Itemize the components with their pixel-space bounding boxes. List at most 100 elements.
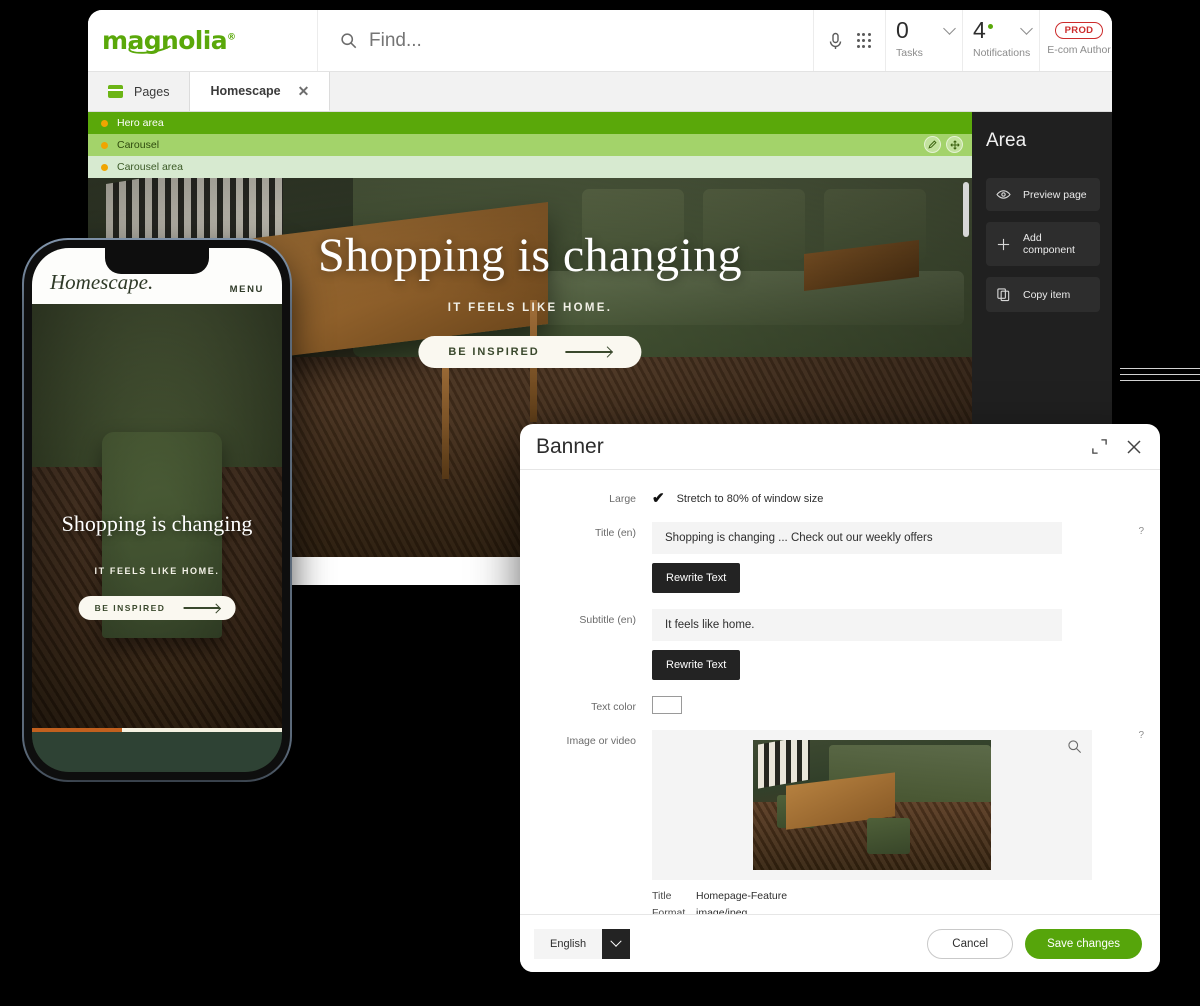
hero-cta-button[interactable]: BE INSPIRED [418,336,641,368]
topbar-icon-group [814,10,886,71]
field-label-image-or-video: Image or video [520,730,652,747]
notifications-counter[interactable]: 4 Notifications [963,10,1040,71]
tasks-label: Tasks [896,47,962,59]
banner-dialog: Banner Large ✔ [520,424,1160,972]
plus-icon [996,237,1011,252]
arrow-right-icon [183,607,219,608]
tab-pages-label: Pages [134,85,169,99]
mobile-preview-mockup: Homescape. MENU Shopping is changing IT … [24,240,290,780]
rewrite-title-button[interactable]: Rewrite Text [652,563,740,593]
magnifier-icon[interactable] [1067,739,1082,759]
status-bullet-icon [101,120,108,127]
field-row-large: Large ✔ Stretch to 80% of window size [520,488,1160,506]
area-bar-carousel-area[interactable]: Carousel area [88,156,972,178]
sidebar-action-copy-item-label: Copy item [1023,289,1070,301]
area-bar-carousel-area-label: Carousel area [117,161,183,173]
global-search[interactable] [318,10,814,71]
mobile-cta-button[interactable]: BE INSPIRED [79,596,236,620]
mobile-screen: Homescape. MENU Shopping is changing IT … [32,248,282,772]
field-row-subtitle: Subtitle (en) It feels like home. Rewrit… [520,609,1160,680]
area-bar-actions [924,136,963,153]
area-bar-hero-label: Hero area [117,117,164,129]
app-topbar: magnolia® 0 [88,10,1112,72]
status-bullet-icon [101,164,108,171]
logo-trademark: ® [227,33,235,43]
media-thumbnail [753,740,991,870]
stretch-checkbox-label: Stretch to 80% of window size [677,493,824,505]
expand-icon[interactable] [1091,438,1108,455]
chevron-down-icon[interactable] [602,929,630,959]
close-icon[interactable] [1125,438,1143,456]
sidebar-action-add-component[interactable]: Add component [986,222,1100,266]
search-input[interactable] [369,30,795,52]
field-row-image-or-video: Image or video [520,730,1160,914]
save-changes-button[interactable]: Save changes [1025,929,1142,959]
tab-homescape-label: Homescape [210,84,280,98]
magnolia-logo[interactable]: magnolia® [102,26,235,55]
language-select-value: English [534,929,602,959]
rewrite-subtitle-button[interactable]: Rewrite Text [652,650,740,680]
tab-pages[interactable]: Pages [88,72,190,111]
screenshot-root: magnolia® 0 [0,0,1200,1006]
dialog-title: Banner [536,435,604,459]
field-row-title: Title (en) Shopping is changing ... Chec… [520,522,1160,593]
dialog-header: Banner [520,424,1160,470]
sidebar-heading: Area [986,130,1100,152]
text-color-swatch[interactable] [652,696,682,714]
dialog-footer: English Cancel Save changes [520,914,1160,972]
search-icon [340,32,357,49]
notifications-label: Notifications [973,47,1039,59]
apps-grid-icon[interactable] [857,33,871,47]
mobile-cta-label: BE INSPIRED [95,603,166,613]
area-bar-hero[interactable]: Hero area [88,112,972,134]
dialog-header-actions [1091,438,1143,456]
field-row-text-color: Text color [520,696,1160,714]
stretch-checkbox[interactable]: ✔ Stretch to 80% of window size [652,488,1140,506]
mobile-hero-subtitle: IT FEELS LIKE HOME. [32,566,282,576]
title-input[interactable]: Shopping is changing ... Check out our w… [652,522,1062,554]
media-meta-row-title: Title Homepage-Feature [652,890,1140,902]
dialog-footer-buttons: Cancel Save changes [927,929,1142,959]
mobile-menu-button[interactable]: MENU [230,284,264,295]
field-label-text-color: Text color [520,696,652,713]
language-select[interactable]: English [534,929,630,959]
environment-indicator[interactable]: PROD E-com Author [1040,10,1112,71]
tasks-counter[interactable]: 0 Tasks [886,10,963,71]
mobile-hero-title: Shopping is changing [32,512,282,537]
dialog-body[interactable]: Large ✔ Stretch to 80% of window size Ti… [520,470,1160,914]
media-preview-box[interactable] [652,730,1092,880]
logo-container[interactable]: magnolia® [88,10,318,71]
media-meta-value: image/jpeg [696,907,747,914]
sidebar-action-copy-item[interactable]: Copy item [986,277,1100,312]
sidebar-action-add-component-label: Add component [1023,232,1090,256]
media-meta-value: Homepage-Feature [696,890,787,902]
sidebar-action-preview-page-label: Preview page [1023,189,1087,201]
help-icon[interactable]: ? [1138,730,1144,741]
env-label: E-com Author [1046,44,1112,56]
microphone-icon[interactable] [828,32,843,50]
arrow-right-icon [566,351,612,352]
pages-icon [108,85,123,98]
media-meta-row-format: Format image/jpeg [652,907,1140,914]
canvas-scrollbar[interactable] [963,182,969,237]
checkmark-icon: ✔ [652,491,665,506]
subtitle-input[interactable]: It feels like home. [652,609,1062,641]
copy-icon [996,287,1011,302]
close-icon[interactable]: ✕ [298,84,310,98]
status-bullet-icon [101,142,108,149]
field-label-title: Title (en) [520,522,652,539]
cancel-button[interactable]: Cancel [927,929,1013,959]
area-bar-carousel[interactable]: Carousel [88,134,972,156]
mobile-site-footer [32,728,282,772]
eye-preview-icon [996,188,1011,201]
tab-homescape[interactable]: Homescape ✕ [190,72,330,111]
field-label-subtitle: Subtitle (en) [520,609,652,626]
field-label-large: Large [520,488,652,505]
move-arrows-icon[interactable] [946,136,963,153]
help-icon[interactable]: ? [1138,526,1144,537]
hero-cta-label: BE INSPIRED [448,346,539,358]
tab-bar: Pages Homescape ✕ [88,72,1112,112]
edit-pencil-icon[interactable] [924,136,941,153]
sidebar-action-preview-page[interactable]: Preview page [986,178,1100,211]
notification-dot-icon [988,24,993,29]
